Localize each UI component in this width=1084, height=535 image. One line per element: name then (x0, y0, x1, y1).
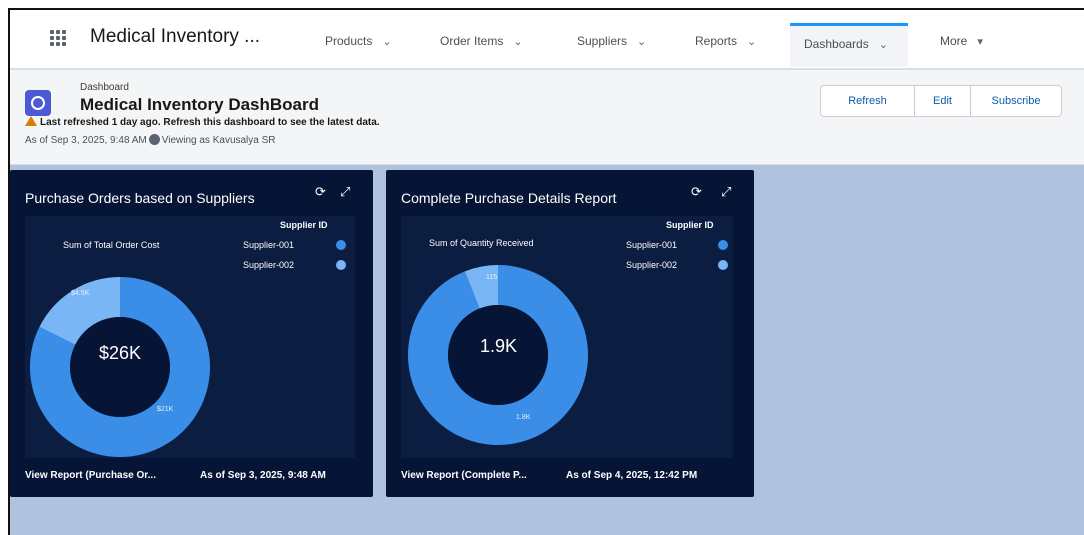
app-name: Medical Inventory ... (90, 26, 261, 47)
legend-dot-supplier-001 (718, 240, 728, 250)
legend-title: Supplier ID (280, 220, 328, 230)
nav-tab-label: Reports (695, 34, 738, 48)
legend-item-supplier-002[interactable]: Supplier-002 (243, 260, 294, 270)
chevron-down-icon[interactable]: ⌄ (513, 35, 522, 48)
donut-center-value: 1.9K (480, 336, 518, 356)
nav-tab-label: Dashboards (804, 37, 869, 51)
header-button-group: Refresh Edit Subscribe (820, 85, 1062, 117)
slice-label-supplier-002: 115 (486, 274, 498, 281)
view-report-link[interactable]: View Report (Complete P... (401, 470, 571, 481)
user-icon (148, 134, 160, 145)
warning-icon (25, 116, 37, 126)
legend-title: Supplier ID (666, 220, 714, 230)
slice-label-supplier-001: 1.8K (516, 414, 531, 421)
card-title[interactable]: Complete Purchase Details Report (401, 190, 617, 206)
as-of-timestamp: As of Sep 3, 2025, 9:48 AM (25, 135, 147, 146)
dashboard-header: Dashboard Medical Inventory DashBoard La… (10, 70, 1084, 165)
subscribe-button[interactable]: Subscribe (971, 86, 1061, 116)
nav-tab-label: Products (325, 34, 373, 48)
caret-down-icon[interactable]: ▾ (977, 35, 983, 48)
metric-label: Sum of Total Order Cost (63, 240, 160, 250)
chevron-down-icon[interactable]: ⌄ (637, 35, 646, 48)
chevron-down-icon[interactable]: ⌄ (747, 35, 756, 48)
slice-label-supplier-002: $4.5K (71, 290, 90, 297)
nav-tab-order-items[interactable]: Order Items ⌄ (440, 34, 523, 54)
refresh-icon[interactable]: ⟳ (315, 184, 326, 200)
nav-tab-label: Order Items (440, 34, 504, 48)
dashboard-card-purchase-details: Complete Purchase Details Report ⟳ ⤢ Sup… (386, 170, 754, 497)
refresh-notice-text: Last refreshed 1 day ago. Refresh this d… (40, 117, 380, 128)
refresh-notice: Last refreshed 1 day ago. Refresh this d… (25, 116, 380, 128)
card-timestamp: As of Sep 3, 2025, 9:48 AM (200, 470, 326, 481)
nav-tab-label: Suppliers (577, 34, 628, 48)
legend-dot-supplier-002 (718, 260, 728, 270)
chevron-down-icon[interactable]: ⌄ (382, 35, 391, 48)
chart-area: Supplier ID Supplier-001 Supplier-002 Su… (25, 216, 355, 458)
dashboard-card-purchase-orders: Purchase Orders based on Suppliers ⟳ ⤢ S… (10, 170, 373, 497)
breadcrumb[interactable]: Dashboard (80, 82, 129, 93)
metric-label: Sum of Quantity Received (429, 238, 534, 248)
nav-tab-products[interactable]: Products ⌄ (325, 34, 392, 54)
legend-dot-supplier-002 (336, 260, 346, 270)
nav-tab-reports[interactable]: Reports ⌄ (695, 34, 756, 54)
chevron-down-icon[interactable]: ⌄ (879, 38, 888, 51)
donut-chart (30, 277, 211, 457)
global-nav: Medical Inventory ... Products ⌄ Order It… (10, 10, 1084, 70)
donut-hole (70, 317, 170, 417)
refresh-icon[interactable]: ⟳ (691, 184, 702, 200)
edit-button[interactable]: Edit (915, 86, 971, 116)
expand-icon[interactable]: ⤢ (340, 184, 350, 200)
chart-area: Supplier ID Supplier-001 Supplier-002 Su… (401, 216, 733, 458)
legend-dot-supplier-001 (336, 240, 346, 250)
nav-tab-suppliers[interactable]: Suppliers ⌄ (577, 34, 646, 54)
as-of-row: As of Sep 3, 2025, 9:48 AM Viewing as Kav… (25, 134, 276, 146)
page-title: Medical Inventory DashBoard (80, 95, 320, 114)
app-window: Medical Inventory ... Products ⌄ Order It… (8, 8, 1084, 535)
expand-icon[interactable]: ⤢ (721, 184, 731, 200)
dashboard-icon (25, 90, 51, 116)
donut-center-value: $26K (99, 343, 142, 363)
card-title[interactable]: Purchase Orders based on Suppliers (25, 190, 255, 206)
app-launcher-icon[interactable] (50, 30, 66, 46)
legend-item-supplier-001[interactable]: Supplier-001 (243, 240, 294, 250)
refresh-button[interactable]: Refresh (821, 86, 915, 116)
card-timestamp: As of Sep 4, 2025, 12:42 PM (566, 470, 698, 481)
slice-label-supplier-001: $21K (157, 406, 174, 413)
viewing-as-text[interactable]: Viewing as Kavusalya SR (162, 135, 276, 146)
legend-item-supplier-001[interactable]: Supplier-001 (626, 240, 677, 250)
nav-tab-more[interactable]: More ▾ (940, 34, 983, 54)
legend-item-supplier-002[interactable]: Supplier-002 (626, 260, 677, 270)
nav-tab-label: More (940, 34, 968, 48)
nav-tab-dashboards[interactable]: Dashboards ⌄ (790, 23, 908, 67)
